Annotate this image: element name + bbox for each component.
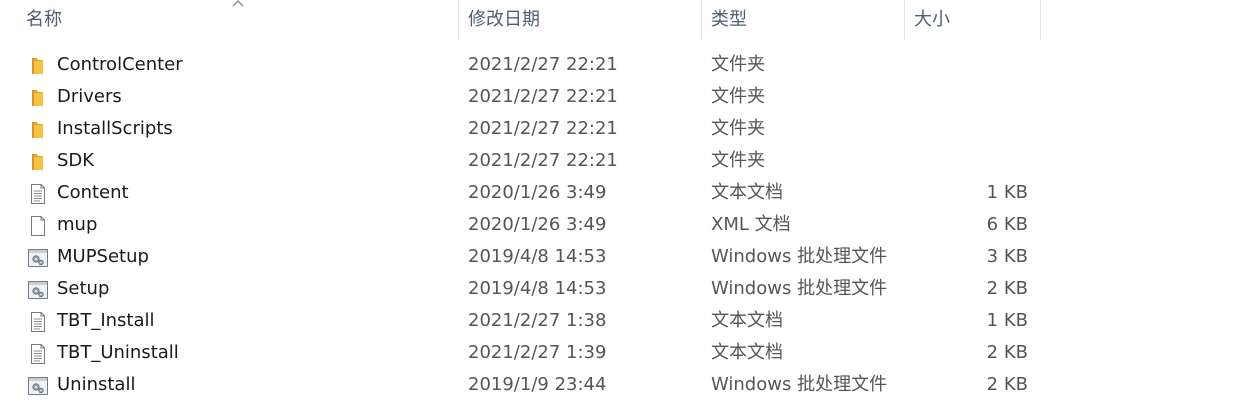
file-name: Setup [57, 278, 110, 299]
folder-icon [28, 87, 48, 107]
text-file-icon [28, 343, 48, 364]
column-header-type[interactable]: 类型 [703, 0, 903, 40]
file-size [900, 113, 1028, 145]
file-type: 文本文档 [711, 182, 783, 203]
file-row[interactable]: Uninstall 2019/1/9 23:44 Windows 批处理文件 2 KB [0, 369, 1254, 401]
file-date: 2019/1/9 23:44 [468, 374, 607, 395]
file-date: 2019/4/8 14:53 [468, 246, 607, 267]
file-date: 2020/1/26 3:49 [468, 214, 607, 235]
column-header-date-label: 修改日期 [468, 9, 540, 30]
file-type: XML 文档 [711, 214, 791, 235]
file-type: Windows 批处理文件 [711, 374, 888, 395]
column-header-bar: 名称 修改日期 类型 大小 [0, 0, 1254, 40]
file-name: Uninstall [57, 374, 136, 395]
file-name: SDK [57, 150, 95, 171]
file-name: Drivers [57, 86, 122, 107]
column-divider[interactable] [701, 0, 702, 40]
file-date: 2021/2/27 22:21 [468, 118, 618, 139]
file-name: Content [57, 182, 129, 203]
file-date: 2021/2/27 1:39 [468, 342, 607, 363]
xml-file-icon [28, 215, 48, 236]
file-type: 文本文档 [711, 342, 783, 363]
column-header-size-label: 大小 [914, 9, 950, 30]
file-size: 1 KB [986, 182, 1028, 203]
file-row[interactable]: InstallScripts 2021/2/27 22:21 文件夹 [0, 113, 1254, 145]
batch-file-icon [28, 279, 48, 299]
file-date: 2021/2/27 22:21 [468, 150, 618, 171]
folder-icon [28, 151, 48, 171]
file-date: 2019/4/8 14:53 [468, 278, 607, 299]
file-date: 2021/2/27 1:38 [468, 310, 607, 331]
file-size [900, 145, 1028, 177]
column-divider[interactable] [458, 0, 459, 40]
text-file-icon [28, 311, 48, 332]
file-size: 2 KB [986, 374, 1028, 395]
file-date: 2021/2/27 22:21 [468, 54, 618, 75]
file-name: mup [57, 214, 98, 235]
file-type: Windows 批处理文件 [711, 278, 888, 299]
file-name: TBT_Uninstall [57, 342, 179, 363]
sort-ascending-icon [232, 0, 244, 7]
file-type: 文件夹 [711, 150, 765, 171]
folder-icon [28, 55, 48, 75]
file-name: ControlCenter [57, 54, 183, 75]
file-size: 2 KB [986, 278, 1028, 299]
file-name: TBT_Install [57, 310, 155, 331]
file-row[interactable]: TBT_Install 2021/2/27 1:38 文本文档 1 KB [0, 305, 1254, 337]
file-row[interactable]: SDK 2021/2/27 22:21 文件夹 [0, 145, 1254, 177]
file-size: 2 KB [986, 342, 1028, 363]
file-date: 2021/2/27 22:21 [468, 86, 618, 107]
file-list: ControlCenter 2021/2/27 22:21 文件夹 Drivers 2… [0, 49, 1254, 401]
column-header-size[interactable]: 大小 [906, 0, 1040, 40]
file-type: 文件夹 [711, 54, 765, 75]
folder-icon [28, 119, 48, 139]
file-size: 3 KB [986, 246, 1028, 267]
file-row[interactable]: TBT_Uninstall 2021/2/27 1:39 文本文档 2 KB [0, 337, 1254, 369]
file-size [900, 81, 1028, 113]
column-header-date[interactable]: 修改日期 [460, 0, 700, 40]
column-divider[interactable] [904, 0, 905, 40]
file-name: InstallScripts [57, 118, 173, 139]
file-row[interactable]: Content 2020/1/26 3:49 文本文档 1 KB [0, 177, 1254, 209]
text-file-icon [28, 183, 48, 204]
file-size [900, 49, 1028, 81]
file-size: 1 KB [986, 310, 1028, 331]
file-type: 文本文档 [711, 310, 783, 331]
batch-file-icon [28, 247, 48, 267]
batch-file-icon [28, 375, 48, 395]
column-header-name-label: 名称 [26, 9, 62, 30]
file-row[interactable]: ControlCenter 2021/2/27 22:21 文件夹 [0, 49, 1254, 81]
file-row[interactable]: Setup 2019/4/8 14:53 Windows 批处理文件 2 KB [0, 273, 1254, 305]
column-header-type-label: 类型 [711, 9, 747, 30]
column-divider[interactable] [1040, 0, 1041, 40]
file-type: Windows 批处理文件 [711, 246, 888, 267]
file-date: 2020/1/26 3:49 [468, 182, 607, 203]
file-type: 文件夹 [711, 86, 765, 107]
file-row[interactable]: MUPSetup 2019/4/8 14:53 Windows 批处理文件 3 KB [0, 241, 1254, 273]
file-size: 6 KB [986, 214, 1028, 235]
file-row[interactable]: Drivers 2021/2/27 22:21 文件夹 [0, 81, 1254, 113]
file-name: MUPSetup [57, 246, 149, 267]
file-type: 文件夹 [711, 118, 765, 139]
file-row[interactable]: mup 2020/1/26 3:49 XML 文档 6 KB [0, 209, 1254, 241]
